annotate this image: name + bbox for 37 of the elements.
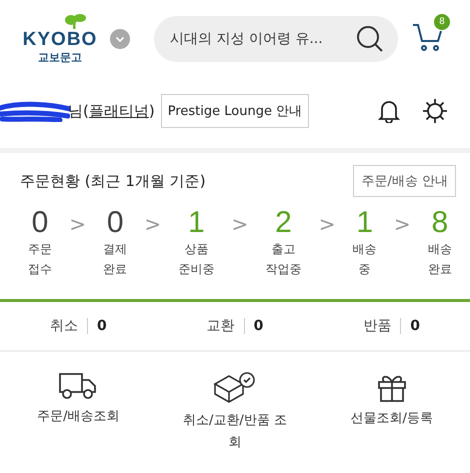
lounge-button[interactable]: Prestige Lounge 안내 (160, 94, 310, 128)
chevron-text: > (394, 212, 411, 236)
chevron-text: > (318, 212, 336, 236)
chevron-text: > (144, 212, 162, 236)
redaction-scribble (0, 100, 70, 122)
search-icon[interactable] (356, 25, 384, 53)
step-label: 배송 완료 (428, 241, 452, 278)
logo-sprout-icon (62, 13, 88, 29)
box-check-icon[interactable] (212, 372, 257, 404)
chevron-text: > (232, 212, 248, 236)
logo-subtext: 교보문고 (38, 50, 82, 65)
step-label: 결제 완료 (103, 241, 128, 278)
step-label: 상품 준비중 (178, 241, 214, 278)
claim-label: 교환 (206, 317, 235, 335)
chevron-text: > (69, 212, 86, 236)
logo-text: KYOBO (22, 30, 98, 50)
step-label: 출고 작업중 (266, 241, 302, 278)
shortcut-label[interactable]: 취소/교환/반품 조회 (178, 410, 291, 454)
member-grade-text: 님(플래티넘) (68, 102, 155, 120)
step-label: 배송 중 (352, 241, 377, 278)
claim-label: 반품 (363, 317, 392, 335)
guide-button[interactable]: 주문/배송 안내 (353, 165, 456, 197)
claim-count[interactable]: 0 (96, 318, 107, 334)
shortcut-label[interactable]: 선물조회/등록 (350, 408, 433, 430)
section-title: 주문현황 (최근 1개월 기준) (20, 172, 206, 190)
settings-icon[interactable] (422, 98, 448, 124)
step-label: 주문 접수 (28, 241, 52, 278)
claim-count[interactable]: 0 (410, 318, 420, 334)
claim-count[interactable]: 0 (254, 318, 264, 334)
truck-icon[interactable] (59, 372, 98, 400)
step-count[interactable]: 0 (32, 207, 48, 239)
claim-label: 취소 (50, 317, 78, 335)
search-field[interactable]: 시대의 지성 이어령 유... (154, 16, 398, 62)
bell-icon[interactable] (378, 99, 400, 123)
step-count[interactable]: 0 (106, 207, 124, 239)
shortcut-label[interactable]: 주문/배송조회 (37, 406, 120, 428)
cart-badge: 8 (434, 14, 450, 30)
